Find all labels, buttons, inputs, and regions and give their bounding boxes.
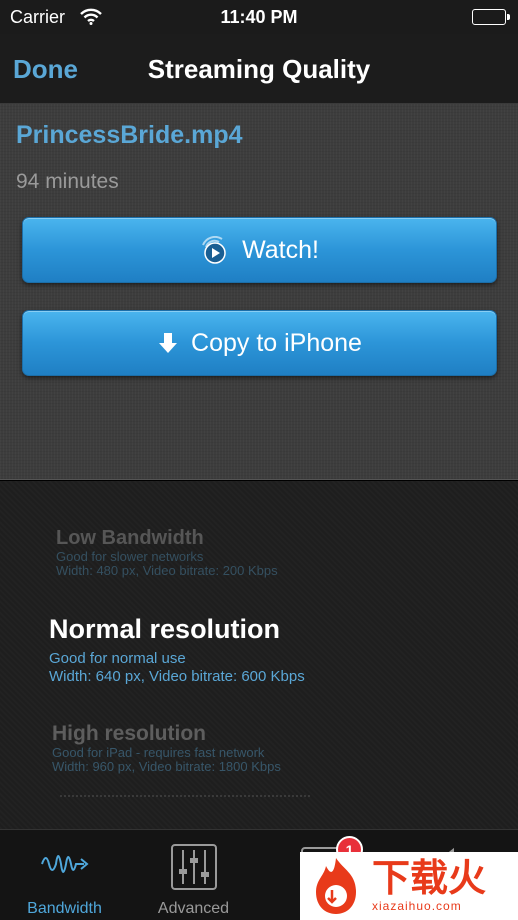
file-panel: PrincessBride.mp4 94 minutes Watch! Copy… (0, 104, 518, 480)
tab-advanced[interactable]: Advanced (129, 830, 258, 920)
quality-picker[interactable]: Low Bandwidth Good for slower networks W… (0, 481, 518, 829)
option-description: Good for iPad - requires fast network (52, 745, 265, 760)
file-duration: 94 minutes (16, 170, 119, 193)
tab-label: Bandwidth (27, 900, 102, 917)
watermark: 下载火 xiazaihuo.com (300, 852, 518, 920)
option-spec: Width: 960 px, Video bitrate: 1800 Kbps (52, 759, 281, 774)
waveform-icon (0, 844, 129, 890)
play-stream-icon (200, 236, 230, 264)
option-name: Normal resolution (49, 614, 281, 644)
tab-bandwidth[interactable]: Bandwidth (0, 830, 129, 920)
option-description: Good for normal use (49, 650, 186, 667)
watch-label: Watch! (242, 235, 319, 264)
status-bar: Carrier 11:40 PM (0, 0, 518, 34)
copy-to-iphone-button[interactable]: Copy to iPhone (22, 310, 497, 376)
watch-button[interactable]: Watch! (22, 217, 497, 283)
option-normal-resolution[interactable]: Normal resolution Good for normal use Wi… (49, 614, 305, 686)
clock: 11:40 PM (220, 7, 298, 27)
download-arrow-icon (157, 331, 179, 355)
file-name: PrincessBride.mp4 (16, 121, 243, 149)
faded-option-hint (60, 795, 310, 798)
tab-label: Advanced (157, 900, 230, 917)
sliders-icon (129, 844, 258, 890)
option-spec: Width: 480 px, Video bitrate: 200 Kbps (56, 563, 278, 578)
option-description: Good for slower networks (56, 549, 204, 564)
flame-logo-icon (304, 856, 368, 916)
watermark-url: xiazaihuo.com (372, 899, 462, 913)
copy-label: Copy to iPhone (191, 328, 362, 357)
navigation-bar: Done Streaming Quality (0, 34, 518, 104)
page-title: Streaming Quality (147, 54, 371, 84)
option-spec: Width: 640 px, Video bitrate: 600 Kbps (49, 668, 305, 685)
option-name: High resolution (52, 722, 206, 745)
option-low-bandwidth[interactable]: Low Bandwidth Good for slower networks W… (56, 527, 278, 578)
option-high-resolution[interactable]: High resolution Good for iPad - requires… (52, 722, 281, 774)
option-name: Low Bandwidth (56, 527, 204, 549)
watermark-title: 下载火 (372, 858, 487, 900)
battery-icon (472, 9, 510, 25)
